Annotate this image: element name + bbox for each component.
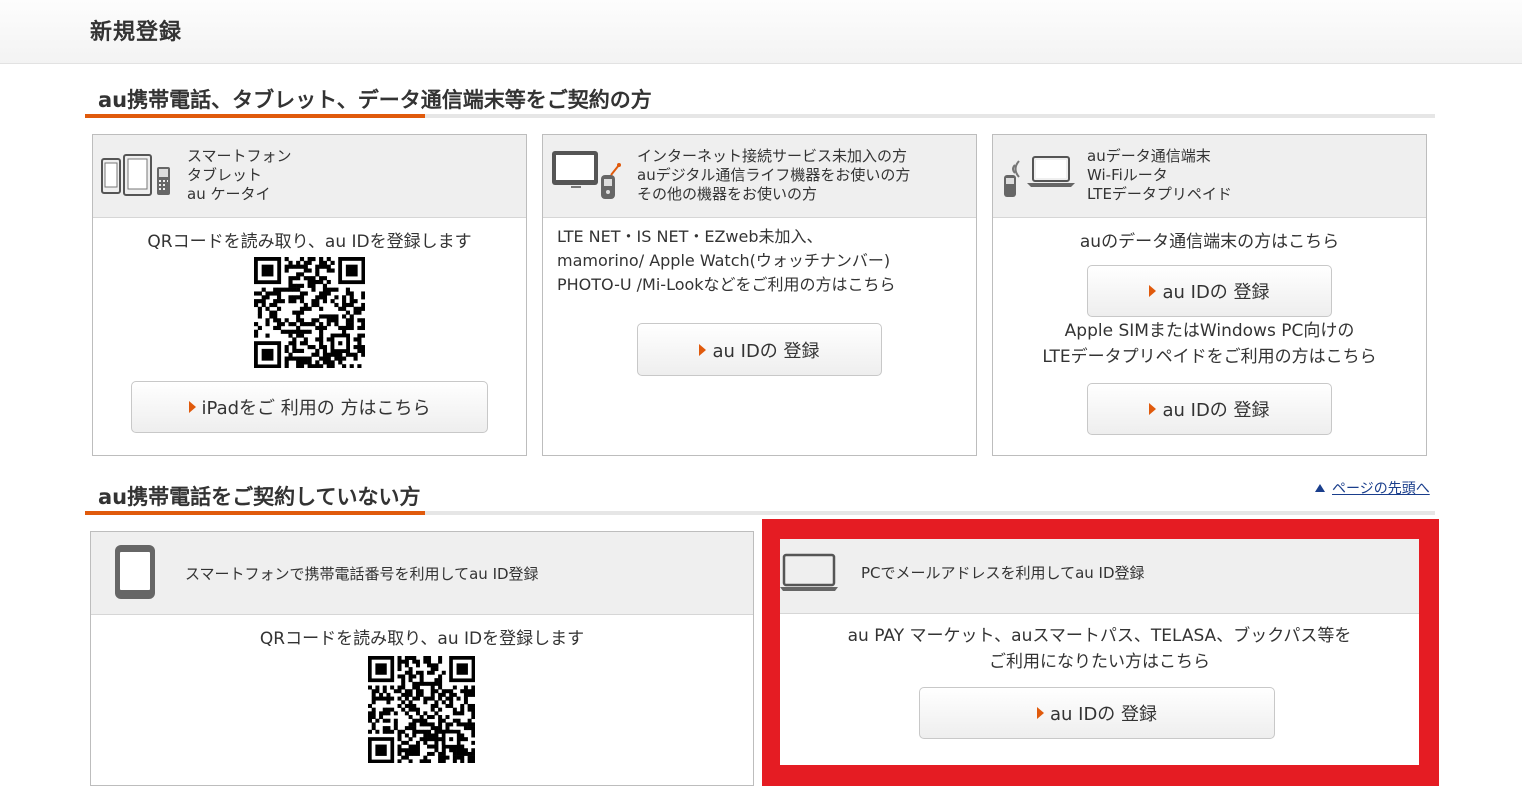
section-heading-contract: au携帯電話、タブレット、データ通信端末等をご契約の方: [85, 84, 1435, 118]
card-header-text: スマートフォンで携帯電話番号を利用してau ID登録: [185, 565, 539, 583]
card-data-device: auデータ通信端末 Wi-Fiルータ LTEデータプリペイド auのデータ通信端…: [992, 134, 1427, 456]
monitor-and-device-icon: [551, 149, 625, 201]
card-header-text: インターネット接続サービス未加入の方 auデジタル通信ライフ機器をお使いの方 そ…: [637, 147, 910, 204]
smartphone-icon: [114, 544, 156, 600]
card-header: スマートフォン タブレット au ケータイ: [93, 135, 526, 218]
card-header: インターネット接続サービス未加入の方 auデジタル通信ライフ機器をお使いの方 そ…: [543, 135, 976, 218]
card-description: QRコードを読み取り、au IDを登録します: [259, 629, 585, 649]
card-header: auデータ通信端末 Wi-Fiルータ LTEデータプリペイド: [993, 135, 1426, 218]
section-title: au携帯電話、タブレット、データ通信端末等をご契約の方: [98, 88, 652, 112]
card-description-2: Apple SIMまたはWindows PC向けの LTEデータプリペイドをご利…: [993, 318, 1426, 370]
card-header-text: スマートフォン タブレット au ケータイ: [187, 147, 292, 204]
button-label: iPadをご 利用の 方はこちら: [201, 398, 431, 419]
header-line: Wi-Fiルータ: [1087, 166, 1168, 184]
section-divider-accent: [85, 114, 425, 118]
description-line: LTEデータプリペイドをご利用の方はこちら: [1042, 347, 1377, 367]
arrow-right-icon: [699, 343, 707, 356]
wifi-router-laptop-icon: [1001, 151, 1075, 201]
section-divider-accent: [85, 511, 425, 515]
qr-code-icon: [254, 257, 365, 368]
au-id-register-button-pc[interactable]: au IDの 登録: [919, 687, 1275, 739]
header-line: auデジタル通信ライフ機器をお使いの方: [637, 166, 911, 184]
arrow-right-icon: [1149, 403, 1157, 415]
ipad-button[interactable]: iPadをご 利用の 方はこちら: [131, 381, 488, 433]
description-line: au PAY マーケット、auスマートパス、TELASA、ブックパス等を: [847, 626, 1352, 646]
arrow-right-icon: [1036, 707, 1044, 719]
card-header-text: PCでメールアドレスを利用してau ID登録: [861, 564, 1145, 582]
page-top-link[interactable]: ページの先頭へ: [1315, 478, 1430, 498]
qr-code-2: [368, 656, 475, 763]
description-line: Apple SIMまたはWindows PC向けの: [1064, 321, 1355, 341]
section-heading-non-contract: au携帯電話をご契約していない方: [85, 481, 1435, 515]
card-description: auのデータ通信端末の方はこちら: [1079, 232, 1340, 252]
header-line: au ケータイ: [187, 185, 271, 203]
header-line: その他の機器をお使いの方: [637, 185, 818, 203]
arrow-right-icon: [188, 401, 196, 413]
arrow-right-icon: [1149, 285, 1157, 297]
qr-code-icon: [368, 656, 475, 763]
card-header: PCでメールアドレスを利用してau ID登録: [780, 539, 1419, 614]
page-top-link-label[interactable]: ページの先頭へ: [1332, 481, 1430, 497]
laptop-icon: [780, 551, 840, 595]
header-line: auデータ通信端末: [1087, 147, 1211, 165]
description-line: ご利用になりたい方はこちら: [989, 652, 1210, 672]
description-line: PHOTO-U /Mi-Lookなどをご利用の方はこちら: [557, 275, 896, 294]
card-header: スマートフォンで携帯電話番号を利用してau ID登録: [91, 532, 753, 615]
au-id-register-button-prepaid[interactable]: au IDの 登録: [1087, 383, 1332, 435]
au-id-register-button-data[interactable]: au IDの 登録: [1087, 265, 1332, 317]
card-smartphone-register: スマートフォンで携帯電話番号を利用してau ID登録 QRコードを読み取り、au…: [90, 531, 754, 786]
header-line: インターネット接続サービス未加入の方: [637, 147, 908, 165]
description-line: mamorino/ Apple Watch(ウォッチナンバー): [557, 251, 891, 270]
page-header: 新規登録: [0, 0, 1522, 64]
card-header-text: auデータ通信端末 Wi-Fiルータ LTEデータプリペイド: [1087, 147, 1232, 204]
button-label: au IDの 登録: [1162, 282, 1270, 303]
button-label: au IDの 登録: [712, 340, 820, 362]
header-line: LTEデータプリペイド: [1087, 185, 1232, 203]
page-title: 新規登録: [90, 20, 183, 45]
au-id-register-button[interactable]: au IDの 登録: [637, 323, 882, 376]
card-description: au PAY マーケット、auスマートパス、TELASA、ブックパス等を ご利用…: [780, 623, 1419, 675]
card-description: QRコードを読み取り、au IDを登録します: [147, 232, 472, 252]
button-label: au IDの 登録: [1162, 400, 1270, 421]
card-description: LTE NET・IS NET・EZweb未加入、 mamorino/ Apple…: [557, 225, 896, 297]
smartphone-tablet-feature-phone-icon: [101, 153, 173, 197]
triangle-up-icon: [1315, 484, 1325, 492]
header-line: タブレット: [187, 166, 263, 184]
description-line: LTE NET・IS NET・EZweb未加入、: [557, 227, 823, 246]
header-line: スマートフォン: [187, 147, 292, 165]
qr-code-1: [254, 257, 365, 368]
card-pc-register: PCでメールアドレスを利用してau ID登録 au PAY マーケット、auスマ…: [780, 539, 1419, 765]
card-internet-device: インターネット接続サービス未加入の方 auデジタル通信ライフ機器をお使いの方 そ…: [542, 134, 977, 456]
section-title: au携帯電話をご契約していない方: [98, 485, 421, 509]
button-label: au IDの 登録: [1049, 704, 1158, 725]
card-smartphone-tablet: スマートフォン タブレット au ケータイ QRコードを読み取り、au IDを登…: [92, 134, 527, 456]
